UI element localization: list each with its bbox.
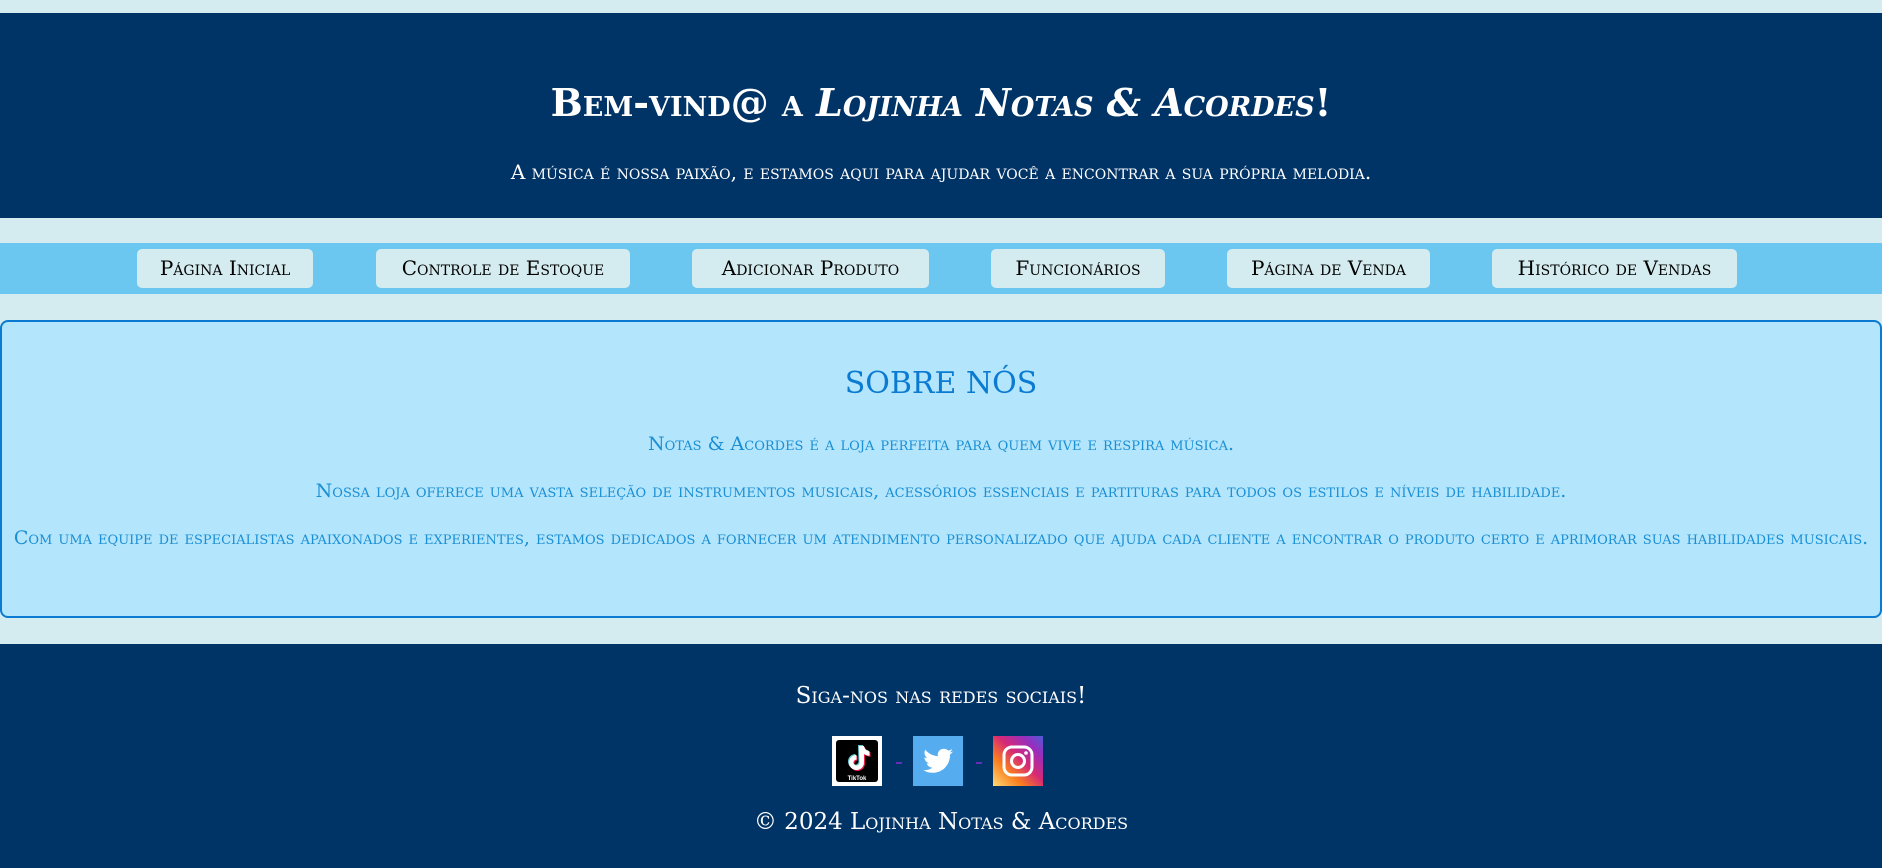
tiktok-label: TikTok bbox=[848, 776, 867, 782]
tiktok-icon[interactable]: TikTok bbox=[832, 736, 882, 786]
page-title: Bem-vind@ a Lojinha Notas & Acordes! bbox=[0, 79, 1882, 127]
social-separator bbox=[976, 762, 982, 764]
nav-item-controle-estoque[interactable]: Controle de Estoque bbox=[376, 249, 630, 288]
nav-item-funcionarios[interactable]: Funcionários bbox=[991, 249, 1165, 288]
title-suffix: ! bbox=[1314, 80, 1332, 125]
site-header: Bem-vind@ a Lojinha Notas & Acordes! A m… bbox=[0, 13, 1882, 218]
nav-item-pagina-venda[interactable]: Página de Venda bbox=[1227, 249, 1430, 288]
twitter-icon[interactable] bbox=[913, 736, 963, 786]
site-footer: Siga-nos nas redes sociais! TikTok © 202… bbox=[0, 644, 1882, 868]
about-paragraph: Notas & Acordes é a loja perfeita para q… bbox=[648, 433, 1234, 455]
page-subtitle: A música é nossa paixão, e estamos aqui … bbox=[510, 160, 1372, 184]
about-section: SOBRE NÓS Notas & Acordes é a loja perfe… bbox=[0, 320, 1882, 618]
nav-item-historico-vendas[interactable]: Histórico de Vendas bbox=[1492, 249, 1737, 288]
about-paragraph: Com uma equipe de especialistas apaixona… bbox=[13, 527, 1869, 549]
about-title: SOBRE NÓS bbox=[844, 366, 1038, 401]
title-prefix: Bem-vind@ a bbox=[550, 80, 817, 125]
store-name: Lojinha Notas & Acordes bbox=[816, 80, 1315, 125]
instagram-icon[interactable] bbox=[993, 736, 1043, 786]
social-separator bbox=[896, 762, 902, 764]
social-heading: Siga-nos nas redes sociais! bbox=[795, 683, 1087, 709]
nav-item-adicionar-produto[interactable]: Adicionar Produto bbox=[692, 249, 929, 288]
copyright-text: © 2024 Lojinha Notas & Acordes bbox=[753, 809, 1129, 835]
about-paragraph: Nossa loja oferece uma vasta seleção de … bbox=[315, 480, 1567, 502]
nav-item-pagina-inicial[interactable]: Página Inicial bbox=[137, 249, 313, 288]
main-nav: Página Inicial Controle de Estoque Adici… bbox=[0, 243, 1882, 294]
